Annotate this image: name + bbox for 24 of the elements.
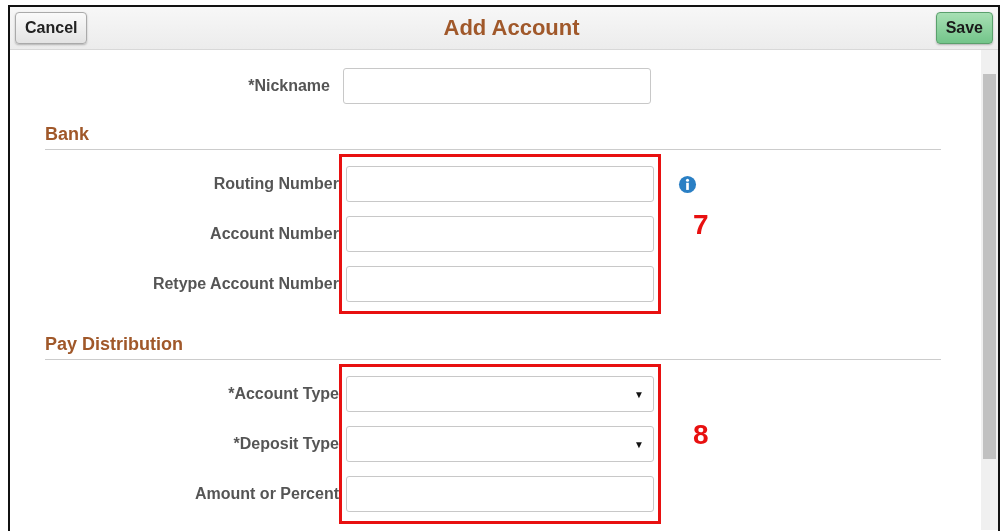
field-label: *Account Type (228, 385, 339, 403)
input-field[interactable] (346, 216, 654, 252)
input-field[interactable] (346, 476, 654, 512)
cancel-button[interactable]: Cancel (15, 12, 88, 44)
section-heading: Bank (45, 124, 941, 150)
field-label: Account Number (210, 225, 339, 243)
dropdown-field[interactable]: ▼ (346, 426, 654, 462)
callout-number: 8 (693, 419, 709, 451)
page-title: Add Account (443, 15, 580, 41)
field-label: Amount or Percent (195, 485, 339, 503)
scrollbar[interactable] (981, 50, 998, 530)
field-label: Routing Number (213, 175, 339, 193)
info-icon[interactable] (678, 174, 697, 194)
input-field[interactable] (346, 166, 654, 202)
field-label: *Nickname (247, 77, 330, 95)
save-button[interactable]: Save (935, 12, 993, 44)
nickname-field[interactable] (343, 68, 651, 104)
field-label: *Deposit Type (233, 435, 339, 453)
callout-number: 7 (693, 209, 709, 241)
field-label: Retype Account Number (152, 275, 339, 293)
dropdown-field[interactable]: ▼ (346, 376, 654, 412)
input-field[interactable] (346, 266, 654, 302)
section-heading: Pay Distribution (45, 334, 941, 360)
scrollbar-thumb[interactable] (983, 74, 996, 459)
